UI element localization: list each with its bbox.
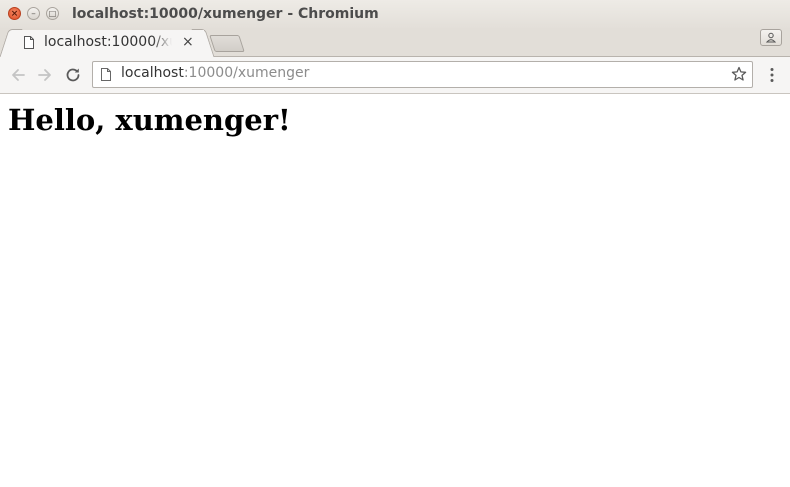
page-icon	[24, 36, 34, 49]
browser-window: × – □ localhost:10000/xumenger - Chromiu…	[0, 0, 790, 487]
person-icon	[765, 32, 777, 43]
page-viewport: Hello, xumenger!	[0, 94, 790, 487]
vertical-dots-icon[interactable]	[766, 66, 778, 84]
page-info-icon[interactable]	[101, 68, 111, 81]
window-close-button[interactable]: ×	[8, 7, 21, 20]
arrow-left-icon[interactable]	[9, 66, 27, 84]
window-title: localhost:10000/xumenger - Chromium	[72, 6, 379, 22]
window-maximize-button[interactable]: □	[46, 7, 59, 20]
tab-title: localhost:10000/xumenger	[44, 34, 172, 50]
new-tab-button[interactable]	[209, 35, 245, 52]
url-text[interactable]: localhost:10000/xumenger	[121, 65, 309, 81]
star-icon[interactable]	[731, 66, 747, 82]
reload-icon[interactable]	[64, 66, 82, 84]
profile-button[interactable]	[760, 29, 782, 46]
tab-close-button[interactable]: ×	[182, 34, 194, 50]
page-heading: Hello, xumenger!	[8, 103, 291, 137]
arrow-right-icon[interactable]	[36, 66, 54, 84]
window-minimize-button[interactable]: –	[27, 7, 40, 20]
url-path: :10000/xumenger	[183, 65, 310, 81]
url-host: localhost	[121, 65, 184, 81]
